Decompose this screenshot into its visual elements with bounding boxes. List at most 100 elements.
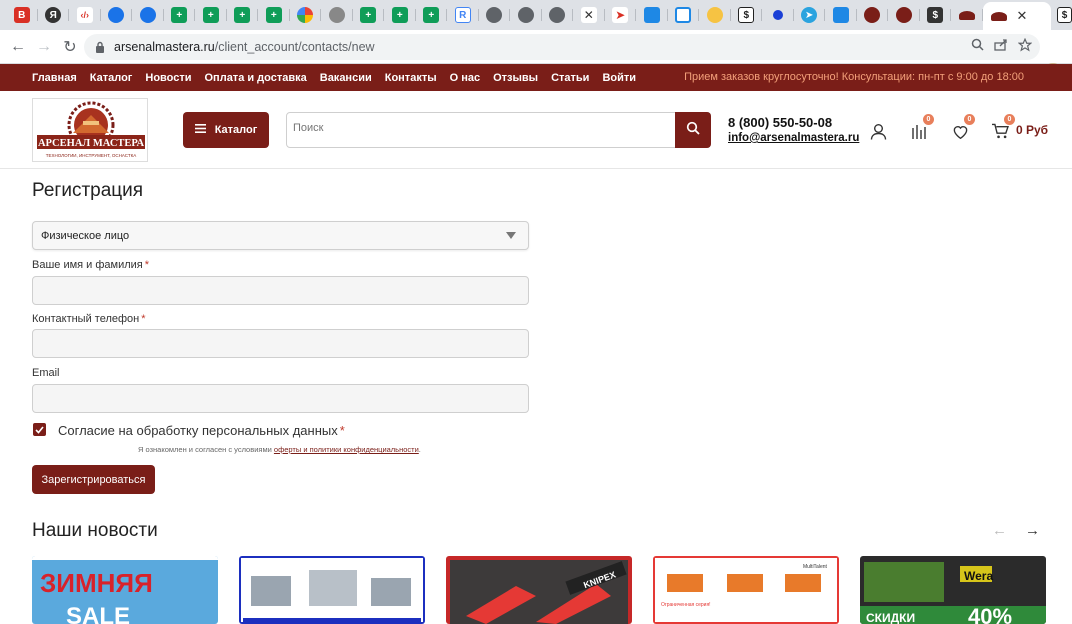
- browser-tab[interactable]: [857, 3, 889, 27]
- browser-tab[interactable]: [636, 3, 668, 27]
- browser-tab[interactable]: ‹/›: [69, 3, 101, 27]
- nav-link-reviews[interactable]: Отзывы: [493, 72, 538, 84]
- browser-tab[interactable]: [510, 3, 542, 27]
- nav-link-payment-delivery[interactable]: Оплата и доставка: [205, 72, 307, 84]
- browser-tab[interactable]: [888, 3, 920, 27]
- zoom-icon[interactable]: [971, 38, 984, 55]
- share-icon[interactable]: [994, 38, 1008, 55]
- email-field[interactable]: [32, 384, 529, 413]
- browser-tab[interactable]: $: [920, 3, 952, 27]
- nav-link-catalog[interactable]: Каталог: [90, 72, 133, 84]
- news-card[interactable]: ЗИМНЯЯ SALE: [32, 556, 218, 624]
- tab-favicon-icon: [139, 7, 156, 23]
- address-bar[interactable]: arsenalmastera.ru/client_account/contact…: [84, 34, 1040, 60]
- nav-link-articles[interactable]: Статьи: [551, 72, 589, 84]
- back-icon[interactable]: ←: [5, 34, 31, 60]
- browser-tab[interactable]: $: [731, 3, 763, 27]
- close-icon[interactable]: ✕: [1017, 8, 1028, 24]
- news-card[interactable]: KNIPEX: [446, 556, 632, 624]
- browser-tab[interactable]: $ На: [1051, 3, 1072, 27]
- nav-link-news[interactable]: Новости: [145, 72, 191, 84]
- account-icon[interactable]: [867, 120, 889, 142]
- browser-tab[interactable]: +: [353, 3, 385, 27]
- browser-tab[interactable]: +: [227, 3, 259, 27]
- catalog-button[interactable]: Каталог: [183, 112, 269, 148]
- header-phone[interactable]: 8 (800) 550-50-08: [728, 115, 832, 130]
- search-icon: [686, 121, 700, 140]
- browser-tab[interactable]: [479, 3, 511, 27]
- browser-tab[interactable]: В: [6, 3, 38, 27]
- cart-sum[interactable]: 0 Руб: [1016, 123, 1048, 137]
- consent-checkbox[interactable]: [33, 423, 46, 436]
- name-field[interactable]: [32, 276, 529, 305]
- arrow-left-icon[interactable]: ←: [992, 522, 1007, 539]
- arrow-right-icon[interactable]: →: [1025, 522, 1040, 539]
- tab-favicon-icon: [772, 10, 783, 20]
- browser-tab[interactable]: ✕: [573, 3, 605, 27]
- browser-tab[interactable]: Я: [38, 3, 70, 27]
- browser-tab-strip: В Я ‹/› + + + + + + + R ✕ ➤ $ ➤ $ ✕ $ На: [0, 0, 1072, 30]
- news-card[interactable]: MultiTalent Ограниченная серия!: [653, 556, 839, 624]
- nav-link-contacts[interactable]: Контакты: [385, 72, 437, 84]
- browser-tab[interactable]: [825, 3, 857, 27]
- browser-tab[interactable]: +: [164, 3, 196, 27]
- news-card[interactable]: Wera СКИДКИ 40%: [860, 556, 1046, 624]
- compare-icon[interactable]: 0: [908, 114, 934, 142]
- name-label: Ваше имя и фамилия *: [32, 259, 149, 271]
- cart-icon[interactable]: 0: [989, 114, 1015, 142]
- news-card-heading: СКИДКИ: [866, 611, 915, 624]
- logo-text: АРСЕНАЛ МАСТЕРА: [38, 138, 145, 149]
- tab-favicon-icon: Я: [45, 7, 62, 23]
- tab-favicon-icon: [895, 7, 912, 23]
- reload-icon[interactable]: ↻: [57, 34, 83, 60]
- browser-tab[interactable]: ➤: [605, 3, 637, 27]
- privacy-policy-link[interactable]: оферты и политики конфиденциальности: [274, 445, 419, 454]
- person-type-select[interactable]: Физическое лицо: [32, 221, 529, 250]
- browser-tab[interactable]: [290, 3, 322, 27]
- phone-label-text: Контактный телефон: [32, 313, 140, 325]
- forward-icon[interactable]: →: [31, 34, 57, 60]
- menu-icon: [194, 124, 206, 136]
- nav-link-home[interactable]: Главная: [32, 72, 77, 84]
- browser-tab[interactable]: [101, 3, 133, 27]
- tab-favicon-icon: [832, 7, 849, 23]
- tab-favicon-icon: [108, 7, 125, 23]
- required-mark: *: [339, 423, 345, 438]
- search-box: [286, 112, 711, 148]
- bookmark-star-icon[interactable]: [1017, 37, 1033, 55]
- catalog-button-label: Каталог: [214, 124, 258, 136]
- browser-tab[interactable]: [951, 3, 983, 27]
- nav-link-login[interactable]: Войти: [602, 72, 636, 84]
- tab-favicon-icon: ‹/›: [76, 7, 93, 23]
- tab-favicon-icon: +: [234, 7, 251, 23]
- nav-link-vacancies[interactable]: Вакансии: [320, 72, 372, 84]
- search-input[interactable]: [293, 122, 673, 134]
- tab-favicon-icon: $: [738, 7, 755, 23]
- browser-tab[interactable]: +: [258, 3, 290, 27]
- tab-favicon-icon: [958, 10, 975, 20]
- browser-tab[interactable]: +: [195, 3, 227, 27]
- search-button[interactable]: [675, 112, 711, 148]
- browser-tab[interactable]: [321, 3, 353, 27]
- checkmark-icon: [35, 425, 44, 434]
- phone-field[interactable]: [32, 329, 529, 358]
- header-email[interactable]: info@arsenalmastera.ru: [728, 132, 859, 144]
- tab-favicon-icon: +: [171, 7, 188, 23]
- tab-favicon-icon: $: [1056, 7, 1072, 23]
- site-logo[interactable]: АРСЕНАЛ МАСТЕРА ТЕХНОЛОГИИ, ИНСТРУМЕНТ, …: [32, 98, 148, 162]
- register-button[interactable]: Зарегистрироваться: [32, 465, 155, 494]
- browser-tab[interactable]: [668, 3, 700, 27]
- browser-tab[interactable]: [699, 3, 731, 27]
- browser-tab[interactable]: +: [416, 3, 448, 27]
- favorites-icon[interactable]: 0: [949, 114, 975, 142]
- browser-tab[interactable]: +: [384, 3, 416, 27]
- browser-tab[interactable]: ➤: [794, 3, 826, 27]
- browser-tab[interactable]: [762, 3, 794, 27]
- browser-tab-active[interactable]: ✕: [982, 2, 1051, 30]
- browser-tab[interactable]: [132, 3, 164, 27]
- browser-tab[interactable]: [542, 3, 574, 27]
- browser-tab[interactable]: R: [447, 3, 479, 27]
- news-card[interactable]: [239, 556, 425, 624]
- tab-favicon-icon: [517, 7, 534, 23]
- nav-link-about[interactable]: О нас: [450, 72, 481, 84]
